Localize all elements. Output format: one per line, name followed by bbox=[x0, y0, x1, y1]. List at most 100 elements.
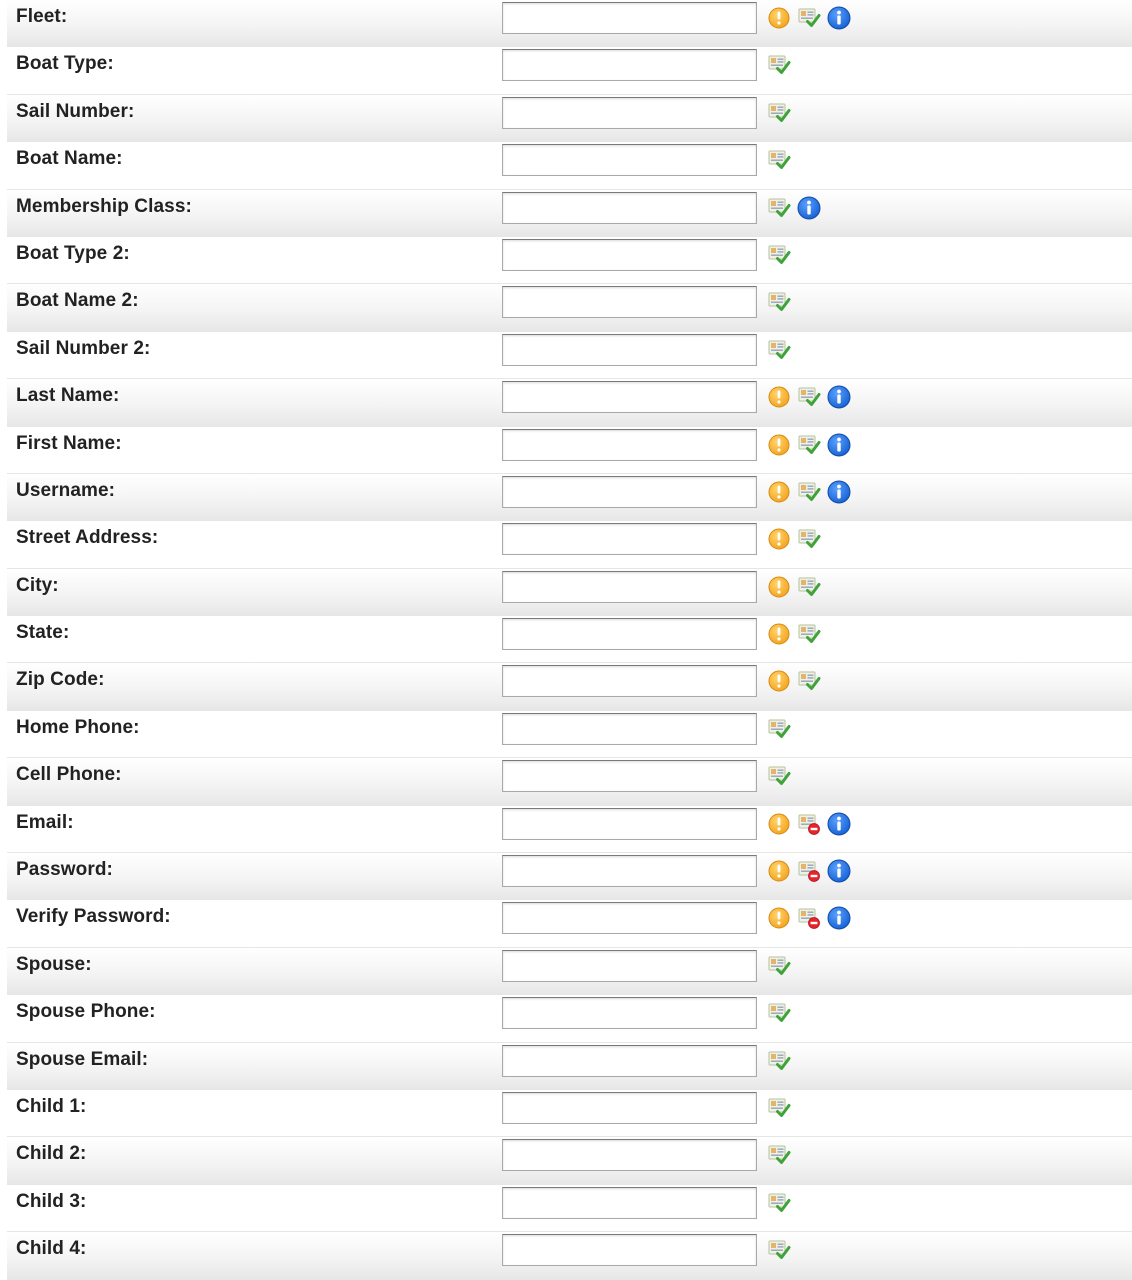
email-input[interactable] bbox=[502, 807, 757, 840]
editable-icon bbox=[767, 101, 791, 125]
field-status-icons bbox=[767, 480, 851, 504]
boat-name-2-input[interactable] bbox=[502, 286, 757, 319]
form-row-spouse-phone: Spouse Phone: bbox=[7, 995, 1132, 1043]
spouse-input[interactable] bbox=[502, 949, 757, 982]
cell-phone-input[interactable] bbox=[502, 760, 757, 793]
editable-icon bbox=[797, 669, 821, 693]
field-label-child-3: Child 3: bbox=[16, 1190, 87, 1212]
editable-icon bbox=[767, 954, 791, 978]
form-row-cell-phone: Cell Phone: bbox=[7, 758, 1132, 806]
username-input[interactable] bbox=[502, 475, 757, 508]
password-input[interactable] bbox=[502, 855, 757, 888]
home-phone-input[interactable] bbox=[502, 712, 757, 745]
editable-icon bbox=[767, 196, 791, 220]
editable-icon bbox=[767, 338, 791, 362]
editable-icon bbox=[767, 1143, 791, 1167]
sail-number-input[interactable] bbox=[502, 96, 757, 129]
field-label-spouse-email: Spouse Email: bbox=[16, 1048, 149, 1070]
editable-icon bbox=[767, 1049, 791, 1073]
field-label-spouse-phone: Spouse Phone: bbox=[16, 1001, 156, 1023]
field-status-icons bbox=[767, 906, 851, 930]
editable-icon bbox=[797, 6, 821, 30]
editable-icon bbox=[797, 480, 821, 504]
info-icon[interactable] bbox=[827, 6, 851, 30]
field-label-boat-type: Boat Type: bbox=[16, 53, 114, 75]
form-row-first-name: First Name: bbox=[7, 427, 1132, 474]
boat-type-2-input[interactable] bbox=[502, 238, 757, 271]
info-icon[interactable] bbox=[827, 906, 851, 930]
membership-class-input[interactable] bbox=[502, 191, 757, 224]
spouse-phone-input[interactable] bbox=[502, 997, 757, 1030]
form-row-boat-name-2: Boat Name 2: bbox=[7, 284, 1132, 332]
editable-icon bbox=[797, 622, 821, 646]
field-status-icons bbox=[767, 859, 851, 883]
required-icon bbox=[767, 812, 791, 836]
city-input[interactable] bbox=[502, 570, 757, 603]
verify-password-input[interactable] bbox=[502, 902, 757, 935]
field-status-icons bbox=[767, 148, 791, 172]
child-4-input[interactable] bbox=[502, 1234, 757, 1267]
info-icon[interactable] bbox=[827, 480, 851, 504]
boat-name-input[interactable] bbox=[502, 144, 757, 177]
field-status-icons bbox=[767, 764, 791, 788]
first-name-input[interactable] bbox=[502, 428, 757, 461]
field-status-icons bbox=[767, 669, 821, 693]
child-3-input[interactable] bbox=[502, 1186, 757, 1219]
info-icon[interactable] bbox=[827, 433, 851, 457]
state-input[interactable] bbox=[502, 618, 757, 651]
form-row-membership-class: Membership Class: bbox=[7, 189, 1132, 237]
field-status-icons bbox=[767, 385, 851, 409]
editable-icon bbox=[767, 1001, 791, 1025]
field-label-sail-number: Sail Number: bbox=[16, 100, 135, 122]
info-icon[interactable] bbox=[827, 859, 851, 883]
required-icon bbox=[767, 480, 791, 504]
boat-type-input[interactable] bbox=[502, 49, 757, 82]
zip-code-input[interactable] bbox=[502, 665, 757, 698]
street-address-input[interactable] bbox=[502, 523, 757, 556]
info-icon[interactable] bbox=[797, 196, 821, 220]
registration-form: Fleet: Boat Type: Sail Number: Boat Name: Me… bbox=[7, 0, 1132, 1280]
required-icon bbox=[767, 906, 791, 930]
form-row-verify-password: Verify Password: bbox=[7, 900, 1132, 948]
form-row-boat-type-2: Boat Type 2: bbox=[7, 237, 1132, 285]
editable-icon bbox=[767, 1238, 791, 1262]
editable-icon bbox=[797, 433, 821, 457]
form-row-home-phone: Home Phone: bbox=[7, 711, 1132, 759]
field-status-icons bbox=[767, 622, 821, 646]
field-status-icons bbox=[767, 1049, 791, 1073]
field-status-icons bbox=[767, 338, 791, 362]
field-status-icons bbox=[767, 1191, 791, 1215]
required-icon bbox=[767, 575, 791, 599]
field-label-membership-class: Membership Class: bbox=[16, 195, 192, 217]
fleet-input[interactable] bbox=[502, 2, 757, 34]
editable-icon bbox=[767, 1096, 791, 1120]
field-status-icons bbox=[767, 575, 821, 599]
form-row-password: Password: bbox=[7, 853, 1132, 901]
editable-icon bbox=[797, 527, 821, 551]
field-label-sail-number-2: Sail Number 2: bbox=[16, 337, 151, 359]
required-icon bbox=[767, 622, 791, 646]
info-icon[interactable] bbox=[827, 812, 851, 836]
field-label-boat-name: Boat Name: bbox=[16, 148, 123, 170]
required-icon bbox=[767, 669, 791, 693]
field-status-icons bbox=[767, 1096, 791, 1120]
form-row-state: State: bbox=[7, 616, 1132, 664]
form-row-sail-number: Sail Number: bbox=[7, 94, 1132, 143]
required-icon bbox=[767, 385, 791, 409]
info-icon[interactable] bbox=[827, 385, 851, 409]
spouse-email-input[interactable] bbox=[502, 1044, 757, 1077]
last-name-input[interactable] bbox=[502, 381, 757, 414]
child-1-input[interactable] bbox=[502, 1091, 757, 1124]
field-label-password: Password: bbox=[16, 859, 113, 881]
field-label-street-address: Street Address: bbox=[16, 527, 159, 549]
editable-icon bbox=[767, 290, 791, 314]
field-label-first-name: First Name: bbox=[16, 432, 122, 454]
sail-number-2-input[interactable] bbox=[502, 333, 757, 366]
form-row-zip-code: Zip Code: bbox=[7, 663, 1132, 711]
field-status-icons bbox=[767, 433, 851, 457]
child-2-input[interactable] bbox=[502, 1139, 757, 1172]
field-status-icons bbox=[767, 954, 791, 978]
editable-icon bbox=[797, 575, 821, 599]
field-status-icons bbox=[767, 1238, 791, 1262]
editable-icon bbox=[767, 243, 791, 267]
